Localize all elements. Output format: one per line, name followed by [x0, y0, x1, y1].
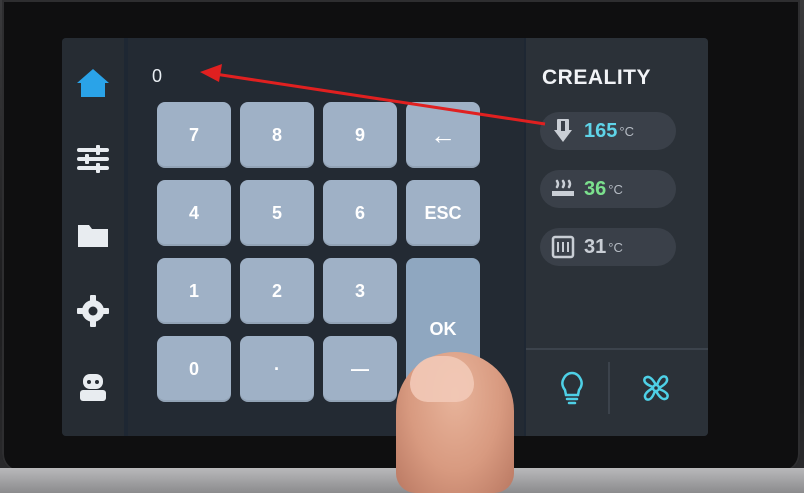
chamber-temp-unit: °C: [608, 239, 623, 255]
chamber-icon: [546, 235, 580, 259]
robot-icon: [80, 374, 106, 401]
key-2[interactable]: 2: [240, 258, 314, 324]
key-8[interactable]: 8: [240, 102, 314, 168]
nav-settings-button[interactable]: [74, 140, 112, 178]
gear-icon: [77, 295, 109, 327]
nozzle-temp-pill[interactable]: 165 °C: [540, 112, 676, 150]
chamber-temp-value: 31: [584, 235, 607, 258]
nav-home-button[interactable]: [74, 64, 112, 102]
nav-system-button[interactable]: [74, 292, 112, 330]
decimal-point-key[interactable]: ·: [240, 336, 314, 402]
panel-divider: [526, 348, 708, 350]
chamber-temp-pill[interactable]: 31 °C: [540, 228, 676, 266]
fingernail: [410, 356, 474, 402]
sidebar-nav: [62, 38, 124, 436]
nozzle-icon: [546, 118, 580, 144]
panel-divider-vertical: [608, 362, 610, 414]
fan-icon: [643, 375, 669, 401]
nav-files-button[interactable]: [74, 216, 112, 254]
nav-assistant-button[interactable]: [74, 368, 112, 406]
brand-logo: CREALITY: [542, 66, 651, 89]
tune-icon: [77, 145, 109, 173]
key-3[interactable]: 3: [323, 258, 397, 324]
home-icon: [77, 69, 109, 97]
status-panel: CREALITY 165 °C 36 °C 31 °C: [526, 38, 708, 436]
light-toggle-button[interactable]: [542, 362, 602, 414]
light-bulb-icon: [561, 371, 583, 405]
key-0[interactable]: 0: [157, 336, 231, 402]
bed-temp-value: 36: [584, 177, 607, 200]
key-7[interactable]: 7: [157, 102, 231, 168]
key-4[interactable]: 4: [157, 180, 231, 246]
key-9[interactable]: 9: [323, 102, 397, 168]
input-value-display: 0: [152, 66, 163, 86]
folder-icon: [78, 225, 108, 247]
escape-key[interactable]: ESC: [406, 180, 480, 246]
bed-temp-pill[interactable]: 36 °C: [540, 170, 676, 208]
fan-toggle-button[interactable]: [626, 362, 686, 414]
touch-screen: 0 7 8 9 ← 4 5 6 ESC 1 2 3 OK 0 · — CREAL…: [62, 38, 708, 436]
nozzle-temp-unit: °C: [619, 123, 634, 139]
backspace-key[interactable]: ←: [406, 102, 480, 168]
bed-icon: [546, 178, 580, 200]
bed-temp-unit: °C: [608, 181, 623, 197]
key-6[interactable]: 6: [323, 180, 397, 246]
nozzle-temp-value: 165: [584, 119, 618, 142]
minus-key[interactable]: —: [323, 336, 397, 402]
key-1[interactable]: 1: [157, 258, 231, 324]
key-5[interactable]: 5: [240, 180, 314, 246]
